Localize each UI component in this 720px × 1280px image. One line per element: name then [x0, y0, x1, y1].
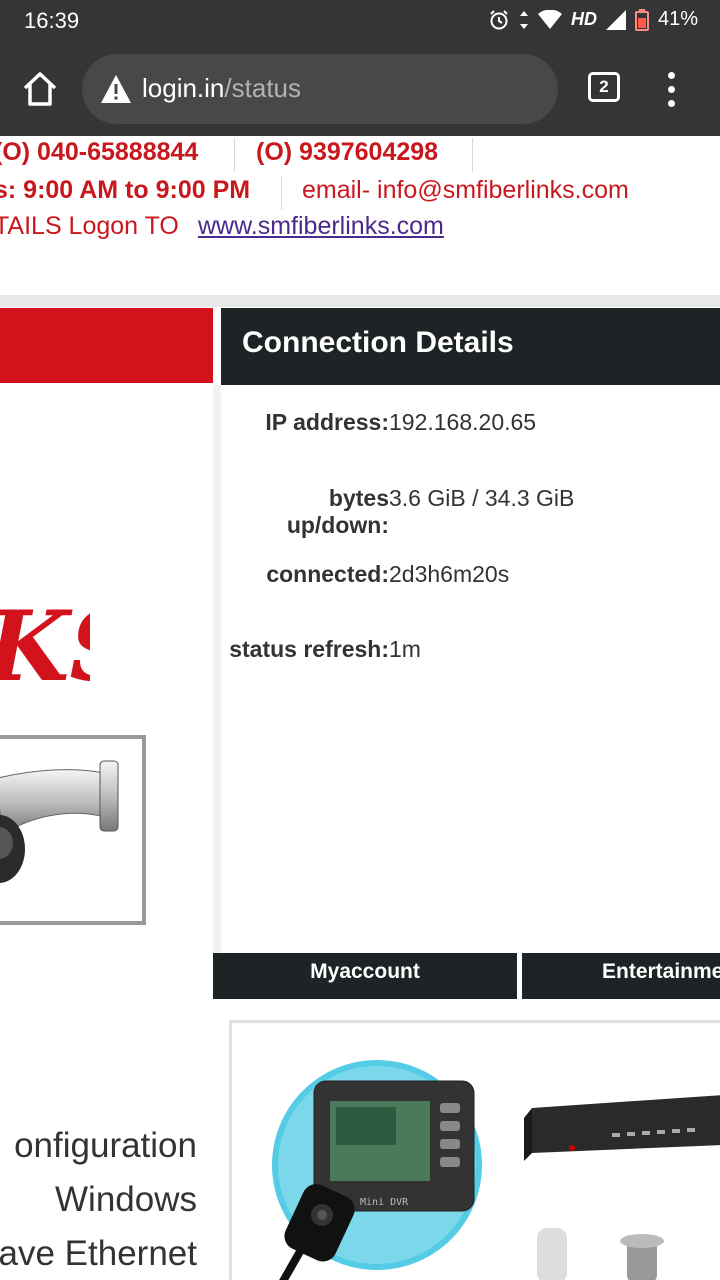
side-text-line-2: Windows — [55, 1180, 197, 1219]
opening-hours: s: 9:00 AM to 9:00 PM — [0, 176, 251, 204]
status-refresh-label: status refresh: — [229, 636, 389, 662]
left-panel-header — [0, 308, 213, 383]
wifi-icon — [537, 9, 562, 30]
url-text[interactable]: login.in/status — [142, 73, 301, 104]
status-refresh-value: 1m — [389, 636, 421, 662]
connection-details-title: Connection Details — [242, 326, 514, 359]
side-text-line-3: ave Ethernet — [0, 1234, 197, 1273]
connected-value: 2d3h6m20s — [389, 561, 510, 587]
overflow-menu-icon[interactable] — [662, 72, 682, 108]
products-banner: Mini DVR — [229, 1020, 720, 1280]
browser-toolbar: login.in/status 2 — [0, 42, 720, 136]
nav-bar: Myaccount Entertainment — [213, 953, 720, 999]
website-link[interactable]: www.smfiberlinks.com — [198, 212, 444, 241]
brand-logo: KS — [0, 590, 139, 703]
column-divider — [213, 385, 221, 953]
camera-thumbnails — [537, 1228, 664, 1280]
alarm-icon — [488, 9, 510, 31]
status-bar: 16:39 HD 41% — [0, 0, 720, 42]
network-type: HD — [570, 9, 597, 29]
status-time: 16:39 — [24, 8, 80, 33]
battery-icon — [634, 8, 649, 31]
mini-dvr-image: Mini DVR — [272, 1060, 482, 1280]
dvr-recorder-image — [524, 1095, 720, 1161]
url-path: /status — [224, 73, 301, 103]
dvr-label: Mini DVR — [360, 1197, 409, 1208]
tab-switcher-button[interactable]: 2 — [588, 72, 620, 102]
url-bar[interactable]: login.in/status — [82, 54, 558, 124]
status-icons: HD 41% — [488, 8, 698, 31]
bytes-value: 3.6 GiB / 34.3 GiB — [389, 485, 575, 511]
divider — [472, 138, 473, 172]
logo-lettering: KS — [0, 590, 90, 700]
nav-myaccount[interactable]: Myaccount — [213, 953, 517, 999]
section-divider — [0, 295, 720, 307]
ip-address-value: 192.168.20.65 — [389, 409, 537, 435]
connection-details-header: Connection Details — [221, 308, 720, 385]
battery-percent: 41% — [657, 8, 698, 30]
side-text-line-1: onfiguration — [14, 1126, 197, 1165]
contact-email: email- info@smfiberlinks.com — [302, 176, 629, 204]
divider — [281, 176, 282, 210]
phone-2: (O) 9397604298 — [256, 138, 439, 166]
nav-entertainment[interactable]: Entertainment — [522, 953, 720, 999]
data-arrows-icon — [519, 10, 529, 30]
warning-icon[interactable] — [100, 74, 132, 108]
signal-icon — [605, 9, 626, 30]
home-icon[interactable] — [20, 69, 60, 109]
divider — [234, 138, 235, 172]
ip-address-label: IP address: — [265, 409, 389, 435]
connected-label: connected: — [266, 561, 389, 587]
details-prefix: TAILS Logon TO — [0, 212, 186, 240]
bytes-label: bytes up/down: — [286, 485, 389, 538]
url-host: login.in — [142, 73, 225, 103]
phone-1: (O) 040-65888844 — [0, 138, 199, 166]
cctv-camera-image — [0, 735, 146, 925]
